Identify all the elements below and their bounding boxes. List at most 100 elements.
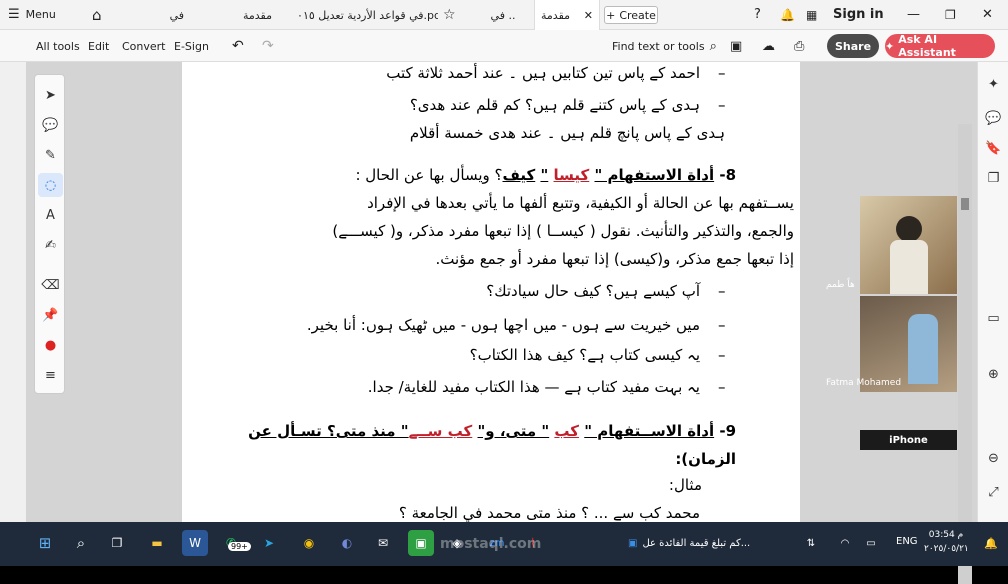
menu-button[interactable]: ☰ Menu (8, 0, 56, 30)
upload-icon[interactable]: ☁ (762, 30, 775, 62)
sign-in-button[interactable]: Sign in (833, 0, 884, 30)
left-strip (0, 62, 26, 522)
all-tools-button[interactable]: All tools (36, 30, 80, 62)
star-icon[interactable]: ☆ (443, 0, 473, 30)
doc-line: ہدی کے پاس کتنے قلم ہیں؟ كم قلم عند هدى؟ (409, 96, 700, 114)
section-9-heading: 9- أداة الاســتفهام " كب " متى، و" كب سـ… (248, 422, 736, 440)
doc-line: ہدی کے پاس پانچ قلم ہیں ۔ عند هدى خمسة أ… (409, 124, 725, 142)
app-icon[interactable]: ▣ (408, 530, 434, 556)
minimize-icon[interactable]: — (907, 0, 920, 30)
notification-badge: 99+ (228, 542, 251, 551)
bookmark-icon[interactable]: 🔖 (978, 136, 1008, 160)
chrome-icon[interactable]: ◉ (296, 530, 322, 556)
save-icon[interactable]: ▣ (730, 30, 742, 62)
scroll-thumb[interactable] (961, 198, 969, 210)
pdf-page: – احمد کے پاس تین کتابیں ہیں ۔ عند أحمد … (182, 62, 800, 522)
video-tile-1 (860, 196, 957, 294)
list-dash: – (718, 346, 726, 364)
tab-2[interactable]: مقدمة (190, 0, 290, 30)
find-button[interactable]: Find text or tools ⌕ (612, 30, 717, 62)
edit-button[interactable]: Edit (88, 30, 109, 62)
zoom-out-icon[interactable]: ⊖ (978, 446, 1008, 470)
right-tools-panel: ✦ 💬 🔖 ❐ ▭ ⊕ ⊖ ⤢ (977, 62, 1008, 522)
home-icon[interactable]: ⌂ (92, 0, 102, 30)
ai-assistant-button[interactable]: ✦ Ask AI Assistant (885, 33, 995, 59)
sign-icon[interactable]: ✍ (35, 233, 66, 257)
draw-icon[interactable]: ◌ (38, 173, 63, 197)
search-icon: ⌕ (709, 38, 717, 54)
redo-icon[interactable]: ↷ (262, 30, 274, 62)
close-window-icon[interactable]: ✕ (982, 0, 993, 30)
list-dash: – (718, 378, 726, 396)
person-figure (890, 240, 928, 294)
taskbar-window[interactable]: ▣ كم تبلغ قيمة الفائدة عل... (628, 530, 768, 556)
word-icon[interactable]: W (182, 530, 208, 556)
pages-icon[interactable]: ❐ (978, 166, 1008, 190)
wifi-icon[interactable]: ◠ (832, 530, 858, 556)
bell-icon[interactable]: 🔔 (780, 0, 795, 30)
color-dot-icon[interactable]: ● (35, 333, 66, 357)
doc-line: محمد کب سے ... ؟ منذ متى محمد في الجامعة… (398, 504, 700, 522)
list-dash: – (718, 282, 726, 300)
cursor-icon[interactable]: ➤ (35, 83, 66, 107)
language-indicator[interactable]: ENG (896, 536, 918, 547)
more-icon[interactable]: ≡ (35, 363, 66, 387)
doc-line: احمد کے پاس تین کتابیں ہیں ۔ عند أحمد ثل… (386, 64, 700, 82)
list-dash: – (718, 316, 726, 334)
doc-line: والجمع، والتذكير والتأنيث. نقول ( كيســا… (332, 222, 794, 240)
tab-4[interactable]: في .. (473, 0, 533, 30)
file-explorer-icon[interactable]: ▬ (144, 530, 170, 556)
window-icon: ▣ (628, 537, 638, 549)
ai-chat-icon[interactable]: ✦ (978, 72, 1008, 96)
vertical-scrollbar[interactable] (958, 124, 972, 584)
doc-line: مثال: (668, 476, 702, 494)
panel-toggle-icon[interactable]: ▭ (978, 306, 1008, 330)
print-icon[interactable]: ⎙ (794, 30, 804, 62)
search-icon[interactable]: ⌕ (68, 530, 94, 556)
undo-icon[interactable]: ↶ (232, 30, 244, 62)
person-figure (908, 314, 938, 384)
convert-button[interactable]: Convert (122, 30, 166, 62)
main-toolbar: All tools Edit Convert E-Sign ↶ ↷ Find t… (0, 30, 1008, 62)
start-icon[interactable]: ⊞ (32, 530, 58, 556)
clock[interactable]: 03:54 م ٢٠٢٥/٠٥/٢١ (924, 528, 969, 556)
list-dash: – (718, 64, 726, 82)
quick-tools-panel: ➤ 💬 ✎ ◌ A ✍ ⌫ 📌 ● ≡ (34, 74, 65, 394)
close-tab-icon[interactable]: ✕ (584, 9, 593, 22)
battery-icon[interactable]: ▭ (858, 530, 884, 556)
pin-icon[interactable]: 📌 (35, 303, 66, 327)
eraser-icon[interactable]: ⌫ (35, 273, 66, 297)
side-label: هاً طمم (826, 280, 855, 290)
network-icon[interactable]: ⇅ (798, 530, 824, 556)
watermark: mostaql.com (440, 536, 542, 552)
notifications-icon[interactable]: 🔔 (978, 530, 1004, 556)
mail-icon[interactable]: ✉ (370, 530, 396, 556)
create-button[interactable]: + Create (604, 6, 658, 24)
discord-icon[interactable]: ◐ (334, 530, 360, 556)
highlight-icon[interactable]: ✎ (35, 143, 66, 167)
text-box-icon[interactable]: A (35, 203, 66, 227)
comment-panel-icon[interactable]: 💬 (978, 106, 1008, 130)
esign-button[interactable]: E-Sign (174, 30, 209, 62)
doc-line: یہ کیسی کتاب ہے؟ كيف هذا الكتاب؟ (469, 346, 700, 364)
document-workspace[interactable]: ➤ 💬 ✎ ◌ A ✍ ⌫ 📌 ● ≡ – احمد کے پاس تین کت… (0, 62, 1008, 584)
help-icon[interactable]: ? (754, 0, 761, 30)
device-label: iPhone (889, 434, 928, 446)
telegram-icon[interactable]: ➤ (256, 530, 282, 556)
tab-active[interactable]: مقدمة ✕ (534, 0, 600, 30)
device-label-box: iPhone (860, 430, 957, 450)
tab-3[interactable]: في قواعد الأردية تعديل ٢٠١٥.pdf (298, 0, 438, 30)
section-8-heading: 8- أداة الاستفهام " كيسا " كيف؟ ويسأل به… (355, 166, 736, 184)
comment-icon[interactable]: 💬 (35, 113, 66, 137)
participant-name: Fatma Mohamed (826, 378, 902, 388)
list-dash: – (718, 96, 726, 114)
doc-line: میں خیریت سے ہوں - میں اچھا ہوں - میں ٹھ… (306, 316, 700, 334)
menu-label: Menu (25, 8, 56, 21)
share-button[interactable]: Share (827, 34, 879, 58)
task-view-icon[interactable]: ❐ (104, 530, 130, 556)
maximize-icon[interactable]: ❐ (945, 0, 956, 30)
zoom-in-icon[interactable]: ⊕ (978, 362, 1008, 386)
apps-icon[interactable]: ▦ (806, 0, 817, 30)
fit-page-icon[interactable]: ⤢ (978, 480, 1008, 504)
tab-1[interactable]: في (115, 0, 190, 30)
